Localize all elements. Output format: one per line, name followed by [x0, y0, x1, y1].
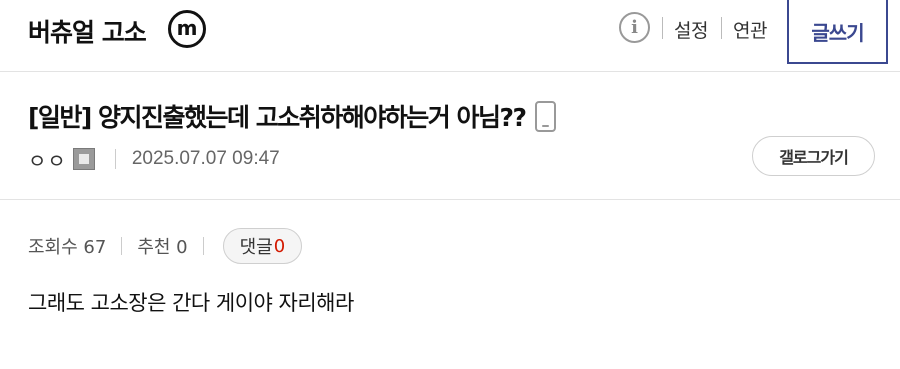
mobile-phone-icon — [535, 100, 557, 132]
header-divider — [721, 17, 722, 39]
view-count: 조회수 67 — [28, 237, 107, 258]
related-link[interactable]: 연관 — [733, 16, 767, 43]
meta-divider — [114, 149, 116, 169]
section-divider — [0, 199, 900, 200]
settings-link[interactable]: 설정 — [674, 16, 708, 43]
comment-button[interactable]: 댓글 0 — [222, 228, 303, 264]
comment-label: 댓글 — [239, 237, 273, 258]
post-date: 2025.07.07 09:47 — [131, 148, 280, 169]
write-button[interactable]: 글쓰기 — [787, 0, 888, 64]
fixed-nick-icon — [72, 148, 95, 170]
page-header: 버츄얼 고소 m i 설정 연관 글쓰기 — [0, 0, 900, 72]
post-meta: ㅇㅇ 2025.07.07 09:47 — [28, 144, 280, 174]
post-stats: 조회수 67 추천 0 댓글 0 — [28, 228, 303, 264]
info-icon[interactable]: i — [619, 12, 650, 43]
stat-divider — [121, 237, 123, 255]
author-name[interactable]: ㅇㅇ — [28, 145, 67, 174]
recommend-count: 추천 0 — [137, 237, 188, 258]
stat-divider — [202, 237, 204, 255]
comment-count: 0 — [273, 235, 286, 257]
header-divider — [662, 17, 663, 39]
post-title: [일반] 양지진출했는데 고소취하해야하는거 아님?? — [28, 103, 527, 132]
minor-gallery-badge-icon: m — [168, 10, 206, 48]
post-title-row: [일반] 양지진출했는데 고소취하해야하는거 아님?? — [28, 98, 557, 134]
gallery-title[interactable]: 버츄얼 고소 — [28, 13, 147, 49]
gallog-button[interactable]: 갤로그가기 — [752, 136, 875, 176]
post-body: 그래도 고소장은 간다 게이야 자리해라 — [28, 291, 354, 315]
badge-letter: m — [176, 16, 198, 40]
